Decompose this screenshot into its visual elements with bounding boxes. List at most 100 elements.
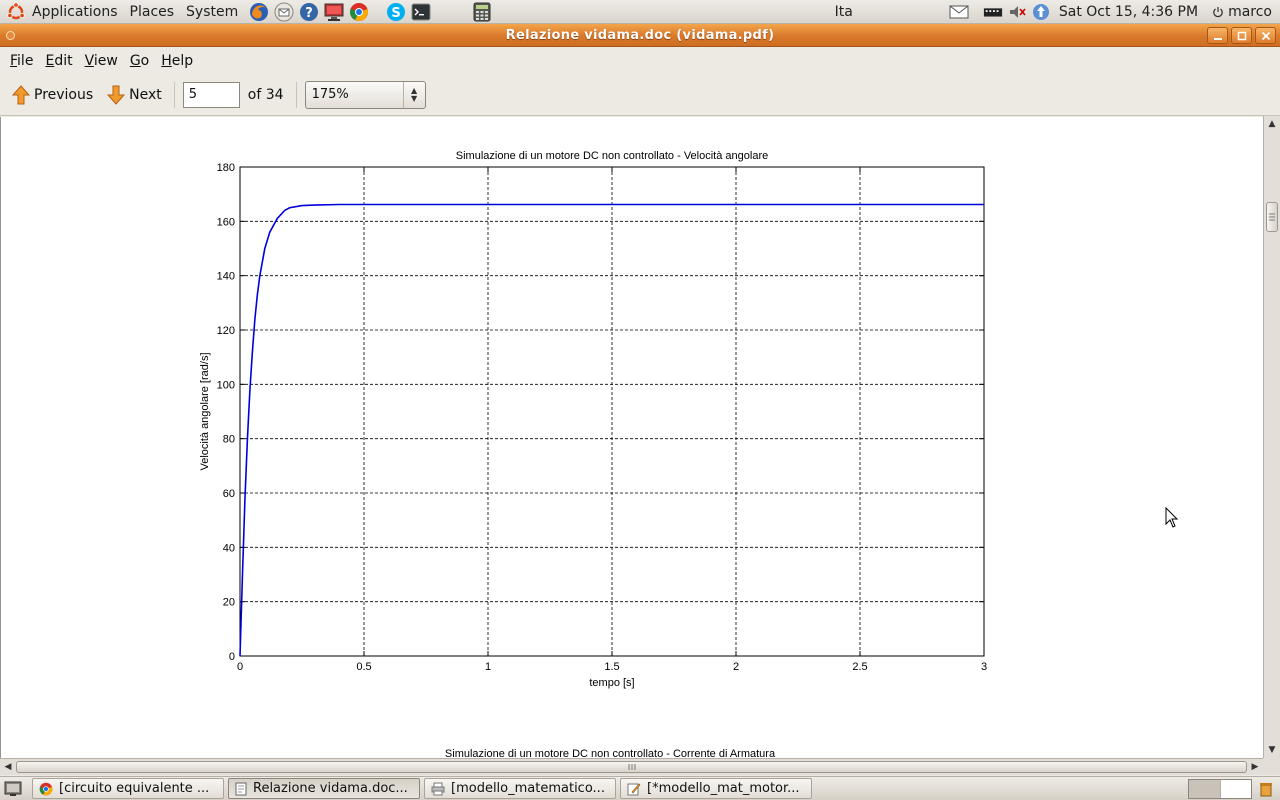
grip-icon <box>1269 213 1275 221</box>
page-number-input[interactable] <box>182 81 240 108</box>
chrome-icon <box>39 782 53 795</box>
page-count-label: of 34 <box>247 86 284 103</box>
y-tick-label: 140 <box>217 271 235 283</box>
network-icon[interactable] <box>983 3 1003 21</box>
vertical-scrollbar[interactable]: ▲ ▼ <box>1263 116 1280 758</box>
firefox-icon[interactable] <box>248 1 270 23</box>
system-menu[interactable]: System <box>180 0 244 24</box>
taskbar-item-document-viewer[interactable]: Relazione vidama.doc... <box>228 778 420 799</box>
places-menu[interactable]: Places <box>124 0 181 24</box>
workspace-1[interactable] <box>1189 780 1221 798</box>
calculator-icon[interactable] <box>471 1 493 23</box>
update-notifier-icon[interactable] <box>1031 3 1051 21</box>
menu-edit-mnemonic: E <box>45 52 55 69</box>
scroll-right-icon[interactable]: ▶ <box>1247 759 1263 775</box>
arrow-down-icon <box>107 85 126 105</box>
y-axis-label: Velocità angolare [rad/s] <box>199 352 211 470</box>
arrow-up-icon <box>12 84 30 104</box>
menu-view-mnemonic: V <box>84 52 94 69</box>
scroll-down-icon[interactable]: ▼ <box>1264 742 1280 758</box>
menu-edit-rest: dit <box>54 52 73 69</box>
svg-text:?: ? <box>305 6 313 21</box>
document-view[interactable]: 0 0.5 1 1.5 2 2.5 3 0 20 40 60 80 100 120 140 160 180 Sim… <box>0 117 1263 758</box>
menu-file-mnemonic: F <box>10 52 18 69</box>
x-tick-label: 0.5 <box>356 661 371 673</box>
places-menu-label: Places <box>129 3 175 20</box>
x-tick-label: 1.5 <box>604 661 619 673</box>
previous-page-button[interactable]: Previous <box>8 79 97 111</box>
trash-icon[interactable] <box>1256 779 1276 799</box>
workspace-switcher[interactable] <box>1188 779 1252 799</box>
y-tick-label: 60 <box>223 488 235 500</box>
close-button[interactable] <box>1255 27 1276 44</box>
zoom-value: 175% <box>311 87 349 102</box>
taskbar-item-label: Relazione vidama.doc... <box>253 781 408 796</box>
mouse-cursor-icon <box>1165 507 1179 528</box>
scrollbar-corner <box>1263 758 1280 775</box>
scroll-left-icon[interactable]: ◀ <box>0 759 16 775</box>
menubar: File Edit View Go Help <box>0 48 1280 73</box>
x-tick-label: 2.5 <box>852 661 867 673</box>
y-tick-label: 120 <box>217 325 235 337</box>
svg-text:S: S <box>392 6 401 21</box>
clock[interactable]: Sat Oct 15, 4:36 PM <box>1059 4 1198 20</box>
menu-help-rest: elp <box>171 52 194 69</box>
menu-go[interactable]: Go <box>124 53 155 69</box>
y-tick-label: 160 <box>217 216 235 228</box>
velocity-chart: 0 0.5 1 1.5 2 2.5 3 0 20 40 60 80 100 120 140 160 180 Sim… <box>199 150 987 758</box>
taskbar-item-chrome[interactable]: [circuito equivalente ... <box>32 778 224 799</box>
toolbar-separator <box>295 81 297 108</box>
taskbar-item-label: [modello_matematico... <box>451 781 605 796</box>
menu-help[interactable]: Help <box>155 53 199 69</box>
user-switcher[interactable]: marco <box>1212 4 1272 20</box>
menu-view-rest: iew <box>93 52 118 69</box>
grip-icon <box>628 764 635 770</box>
taskbar-item-label: [*modello_mat_motor... <box>647 781 800 796</box>
window-controls <box>1207 27 1276 44</box>
taskbar-item-modello-matematico[interactable]: [modello_matematico... <box>424 778 616 799</box>
applications-menu-label: Applications <box>32 3 118 20</box>
mail-icon[interactable] <box>273 1 295 23</box>
window-titlebar[interactable]: Relazione vidama.doc (vidama.pdf) <box>0 24 1280 47</box>
remote-desktop-icon[interactable] <box>323 1 345 23</box>
toolbar: Previous Next of 34 175% ▲▼ <box>0 74 1280 116</box>
y-tick-label: 40 <box>223 542 235 554</box>
horizontal-scroll-thumb[interactable] <box>16 761 1247 773</box>
menu-view[interactable]: View <box>79 53 124 69</box>
help-icon[interactable]: ? <box>298 1 320 23</box>
y-tick-label: 20 <box>223 597 235 609</box>
skype-icon[interactable]: S <box>385 1 407 23</box>
show-desktop-icon[interactable] <box>2 779 24 799</box>
maximize-button[interactable] <box>1231 27 1252 44</box>
close-icon <box>1261 31 1270 40</box>
y-tick-label: 180 <box>217 162 235 174</box>
taskbar-item-text-editor[interactable]: [*modello_mat_motor... <box>620 778 812 799</box>
mail-notification-icon[interactable] <box>949 3 969 21</box>
scroll-up-icon[interactable]: ▲ <box>1264 116 1280 132</box>
minimize-button[interactable] <box>1207 27 1228 44</box>
y-tick-label: 0 <box>229 651 235 663</box>
terminal-icon[interactable] <box>410 1 432 23</box>
applications-menu[interactable]: Applications <box>0 0 124 24</box>
menu-edit[interactable]: Edit <box>39 53 78 69</box>
x-tick-label: 1 <box>485 661 491 673</box>
toolbar-separator <box>173 81 175 108</box>
volume-muted-icon[interactable] <box>1007 3 1027 21</box>
top-panel: Applications Places System ? S Ita Sat O… <box>0 0 1280 24</box>
horizontal-scrollbar[interactable]: ◀ ▶ <box>0 758 1263 775</box>
menu-file[interactable]: File <box>4 53 39 69</box>
previous-page-label: Previous <box>34 86 94 103</box>
keyboard-layout-indicator[interactable]: Ita <box>835 4 853 20</box>
workspace-2[interactable] <box>1220 780 1251 798</box>
chrome-icon[interactable] <box>348 1 370 23</box>
power-icon <box>1213 6 1223 17</box>
y-tick-label: 80 <box>223 434 235 446</box>
window-title: Relazione vidama.doc (vidama.pdf) <box>505 27 775 43</box>
window-menu-icon[interactable] <box>6 31 15 40</box>
zoom-select[interactable]: 175% ▲ ▼ <box>304 80 426 109</box>
next-page-button[interactable]: Next <box>103 79 166 111</box>
vertical-scroll-thumb[interactable] <box>1266 202 1278 232</box>
y-tick-label: 100 <box>217 379 235 391</box>
zoom-spin-arrows-icon: ▲ ▼ <box>402 81 425 108</box>
chart-title: Simulazione di un motore DC non controll… <box>456 150 768 162</box>
